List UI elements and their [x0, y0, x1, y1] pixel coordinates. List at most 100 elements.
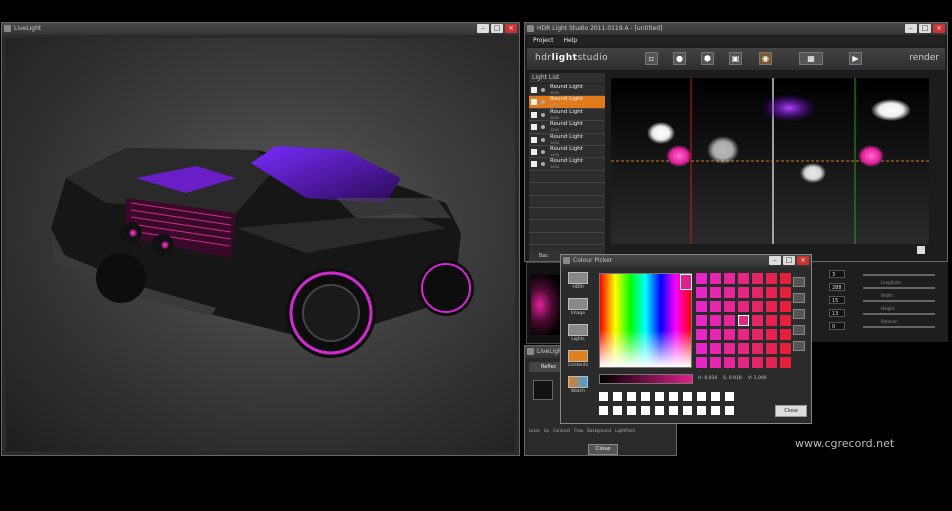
slider[interactable]: [863, 274, 935, 276]
custom-colour-slot[interactable]: [711, 392, 720, 401]
round-light-icon[interactable]: ●: [673, 52, 686, 65]
image-light-icon[interactable]: ▣: [729, 52, 742, 65]
custom-colour-slot[interactable]: [599, 406, 608, 415]
colour-swatch[interactable]: [696, 301, 707, 312]
colour-swatch[interactable]: [696, 273, 707, 284]
colour-swatch[interactable]: [710, 343, 721, 354]
colour-swatch[interactable]: [710, 273, 721, 284]
colour-swatch[interactable]: [738, 301, 749, 312]
source-lights[interactable]: Lights: [564, 322, 592, 348]
colour-swatch[interactable]: [766, 287, 777, 298]
custom-colour-slot[interactable]: [697, 392, 706, 401]
property-field[interactable]: 3: [829, 270, 845, 278]
custom-colour-slot[interactable]: [725, 392, 734, 401]
tab-reflection[interactable]: Reflec: [529, 362, 561, 372]
menu-help[interactable]: Help: [564, 36, 578, 46]
custom-colour-slot[interactable]: [697, 406, 706, 415]
colour-swatch[interactable]: [724, 343, 735, 354]
source-watch[interactable]: Watch: [564, 374, 592, 400]
slider[interactable]: [863, 287, 935, 289]
custom-colour-slot[interactable]: [669, 406, 678, 415]
eyedropper-button[interactable]: [793, 277, 805, 287]
minimize-button[interactable]: –: [769, 256, 781, 265]
colour-swatch[interactable]: [780, 301, 791, 312]
eyedropper-button[interactable]: [793, 293, 805, 303]
colour-swatch[interactable]: [766, 343, 777, 354]
render-button[interactable]: render: [909, 53, 939, 63]
colour-swatch[interactable]: [696, 357, 707, 368]
colour-swatch[interactable]: [738, 357, 749, 368]
picker-close-button[interactable]: Close: [775, 405, 807, 417]
film-strip-icon[interactable]: ▦: [799, 52, 823, 65]
source-contents[interactable]: Contents: [564, 348, 592, 374]
maximize-button[interactable]: □: [491, 24, 503, 33]
colour-swatch[interactable]: [780, 357, 791, 368]
colour-swatch[interactable]: [738, 343, 749, 354]
colour-swatch[interactable]: [738, 273, 749, 284]
colour-swatch[interactable]: [696, 315, 707, 326]
property-field[interactable]: 288: [829, 283, 845, 291]
colour-swatch[interactable]: [752, 301, 763, 312]
colour-swatch[interactable]: [752, 287, 763, 298]
close-window-button[interactable]: ×: [797, 256, 809, 265]
source-hdri[interactable]: HDRI: [564, 270, 592, 296]
colour-swatch[interactable]: [710, 287, 721, 298]
colour-swatch[interactable]: [738, 315, 749, 326]
custom-colour-slot[interactable]: [641, 406, 650, 415]
colour-swatch[interactable]: [766, 315, 777, 326]
light-list-item[interactable]: Round Light 1000: [529, 145, 605, 159]
light-visible-checkbox[interactable]: [531, 148, 537, 155]
light-list-item[interactable]: Round Light 1000: [529, 96, 605, 109]
custom-colour-slot[interactable]: [641, 392, 650, 401]
colour-swatch[interactable]: [710, 301, 721, 312]
target-light-icon[interactable]: ◉: [759, 52, 772, 65]
light-list-item[interactable]: Round Light 1000: [529, 133, 605, 146]
colour-swatch[interactable]: [752, 329, 763, 340]
colour-swatch[interactable]: [724, 273, 735, 284]
canvas-checkbox[interactable]: [917, 246, 925, 254]
colour-swatch[interactable]: [724, 357, 735, 368]
property-field[interactable]: 15: [829, 296, 845, 304]
colour-swatch[interactable]: [738, 287, 749, 298]
slider[interactable]: [863, 300, 935, 302]
property-field[interactable]: 13: [829, 309, 845, 317]
colour-swatch[interactable]: [780, 315, 791, 326]
light-visible-checkbox[interactable]: [531, 87, 537, 93]
colour-swatch[interactable]: [752, 315, 763, 326]
colour-spectrum[interactable]: [599, 273, 692, 368]
custom-colour-slot[interactable]: [655, 406, 664, 415]
colour-swatch[interactable]: [766, 301, 777, 312]
light-visible-checkbox[interactable]: [531, 99, 537, 106]
light-list-item[interactable]: Round Light 1000: [529, 121, 605, 134]
slider[interactable]: [863, 326, 935, 328]
hdr-titlebar[interactable]: HDR Light Studio 2011.0119.A - [untitled…: [525, 23, 947, 35]
colour-swatch[interactable]: [766, 357, 777, 368]
eyedropper-button[interactable]: [793, 341, 805, 351]
colour-swatch[interactable]: [696, 287, 707, 298]
custom-colour-slot[interactable]: [613, 392, 622, 401]
custom-colour-slot[interactable]: [655, 392, 664, 401]
minimize-button[interactable]: –: [477, 24, 489, 33]
light-list-item[interactable]: Round Light 1000: [529, 158, 605, 171]
maximize-button[interactable]: □: [919, 24, 931, 33]
colour-swatch[interactable]: [724, 301, 735, 312]
new-light-icon[interactable]: ▫: [645, 52, 658, 65]
light-visible-checkbox[interactable]: [531, 124, 537, 131]
colour-swatch[interactable]: [766, 273, 777, 284]
value-gradient-bar[interactable]: [599, 374, 693, 384]
eyedropper-button[interactable]: [793, 325, 805, 335]
colour-swatch[interactable]: [724, 287, 735, 298]
light-visible-checkbox[interactable]: [531, 161, 537, 168]
custom-colour-slot[interactable]: [711, 406, 720, 415]
close-window-button[interactable]: ×: [505, 24, 517, 33]
colour-swatch[interactable]: [696, 329, 707, 340]
colour-swatch[interactable]: [780, 329, 791, 340]
slider[interactable]: [863, 313, 935, 315]
custom-colour-slot[interactable]: [683, 392, 692, 401]
colour-swatch[interactable]: [710, 357, 721, 368]
screen-capture-icon[interactable]: ▶: [849, 52, 862, 65]
live-view-titlebar[interactable]: LiveLight – □ ×: [2, 23, 519, 35]
hexagon-light-icon[interactable]: ⬢: [701, 52, 714, 65]
custom-colour-slot[interactable]: [683, 406, 692, 415]
light-visible-checkbox[interactable]: [531, 136, 537, 143]
